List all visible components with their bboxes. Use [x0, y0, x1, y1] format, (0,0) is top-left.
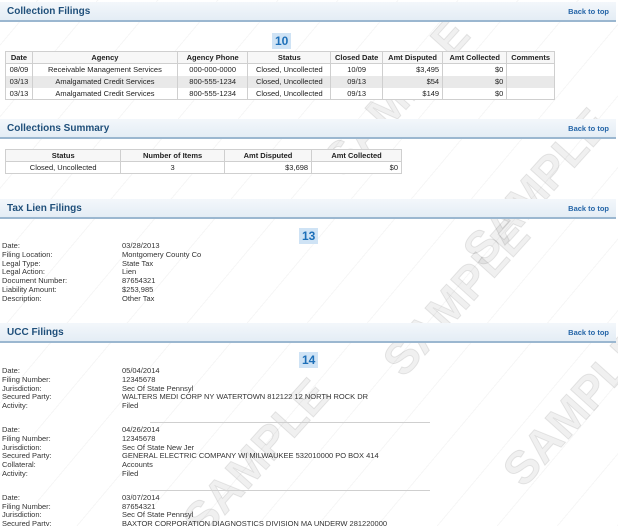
ucc-filings-header: UCC Filings Back to top — [0, 323, 616, 343]
table-cell: 800-555-1234 — [176, 87, 249, 100]
record-field: Document Number: 87654321 — [2, 276, 432, 286]
back-to-top-link[interactable]: Back to top — [568, 7, 609, 16]
column-header: Date — [5, 51, 33, 64]
tax-lien-filings-header: Tax Lien Filings Back to top — [0, 199, 616, 219]
table-cell: $3,698 — [223, 161, 313, 174]
field-value: Other Tax — [122, 293, 155, 303]
column-header: Number of Items — [120, 149, 225, 162]
section-title: Collections Summary — [7, 122, 110, 134]
table-cell: Closed, Uncollected — [247, 63, 332, 76]
column-header: Agency — [31, 51, 178, 64]
watermark-text: SAMPLE — [492, 318, 618, 496]
table-cell: Amalgamated Credit Services — [31, 87, 178, 100]
table-cell: $0 — [442, 63, 508, 76]
table-cell: $149 — [382, 87, 444, 100]
table-cell: Amalgamated Credit Services — [31, 75, 178, 88]
column-header: Amt Disputed — [223, 149, 313, 162]
back-to-top-link[interactable]: Back to top — [568, 124, 609, 133]
table-cell: 000-000-0000 — [176, 63, 249, 76]
record-field: Secured Party: GENERAL ELECTRIC COMPANY W… — [2, 452, 432, 461]
section-title: Collection Filings — [7, 5, 91, 17]
collections-summary-table: Status Number of Items Amt Disputed Amt Col… — [4, 149, 402, 174]
field-label: Activity: — [2, 468, 28, 478]
field-value: WALTERS MEDI CORP NY WATERTOWN 812122 12… — [122, 392, 369, 402]
record-field: Activity: Filed — [2, 401, 432, 411]
back-to-top-link[interactable]: Back to top — [568, 204, 609, 213]
table-cell: Closed, Uncollected — [247, 87, 332, 100]
record-field: Date: 05/04/2014 — [2, 366, 432, 376]
table-cell: 09/13 — [330, 87, 384, 100]
filing-record: Date: 04/26/2014 Filing Number: 12345678 Jur… — [2, 425, 432, 479]
field-label: Description: — [2, 293, 42, 303]
table-cell: 09/13 — [330, 75, 384, 88]
table-header-row: Date Agency Agency Phone Status Closed Date A… — [5, 51, 555, 64]
table-cell: 800-555-1234 — [176, 75, 249, 88]
table-cell: $3,495 — [382, 63, 444, 76]
table-cell: 3 — [120, 161, 225, 174]
record-field: Filing Number: 12345678 — [2, 375, 432, 385]
record-field: Filing Location: Montgomery County Co — [2, 250, 432, 260]
record-field: Date: 04/26/2014 — [2, 425, 432, 435]
column-header: Amt Collected — [442, 51, 508, 64]
table-row: 03/13 Amalgamated Credit Services 800-555-… — [5, 75, 555, 88]
collection-filings-table: Date Agency Agency Phone Status Closed Date A… — [5, 51, 555, 100]
table-cell: Receivable Management Services — [31, 63, 178, 76]
collections-summary-header: Collections Summary Back to top — [0, 119, 616, 139]
column-header: Amt Disputed — [382, 51, 444, 64]
record-field: Secured Party: WALTERS MEDI CORP NY WATER… — [2, 393, 432, 402]
record-field: Secured Party: BAXTOR CORPORATION DIAGNOS… — [2, 519, 432, 526]
table-cell: 10/09 — [330, 63, 384, 76]
table-row: Closed, Uncollected 3 $3,698 $0 — [4, 161, 402, 174]
record-divider — [150, 422, 430, 423]
section-title: Tax Lien Filings — [7, 202, 82, 214]
table-cell: $54 — [382, 75, 444, 88]
column-header: Agency Phone — [176, 51, 249, 64]
field-value: GENERAL ELECTRIC COMPANY WI MILWAUKEE 53… — [122, 451, 379, 461]
table-cell: $0 — [311, 161, 402, 174]
record-divider — [150, 489, 430, 491]
table-row: 03/13 Amalgamated Credit Services 800-555-… — [5, 87, 555, 100]
table-cell: 03/13 — [5, 87, 33, 100]
section-marker: 10 — [272, 33, 292, 49]
table-cell: Closed, Uncollected — [4, 161, 122, 174]
collection-filings-header: Collection Filings Back to top — [0, 2, 616, 22]
column-header: Status — [247, 51, 332, 64]
section-title: UCC Filings — [7, 326, 64, 338]
field-label: Secured Party: — [2, 519, 52, 526]
table-cell — [506, 87, 555, 100]
record-field: Collateral: Accounts — [2, 460, 432, 470]
column-header: Comments — [506, 51, 555, 64]
table-cell: 03/13 — [5, 75, 33, 88]
table-cell: $0 — [442, 87, 508, 100]
record-field: Legal Type: State Tax — [2, 259, 432, 269]
column-header: Closed Date — [330, 51, 384, 64]
record-field: Activity: Filed — [2, 468, 432, 479]
filing-record: Date: 03/07/2014 Filing Number: 87654321 Jur… — [2, 493, 432, 526]
field-value: Filed — [122, 468, 139, 478]
filing-record: Date: 05/04/2014 Filing Number: 12345678 Jur… — [2, 366, 432, 411]
section-marker: 14 — [299, 352, 319, 368]
record-field: Filing Number: 12345678 — [2, 434, 432, 444]
record-field: Liability Amount: $253,985 — [2, 285, 432, 295]
table-cell: 08/09 — [5, 63, 33, 76]
table-cell: $0 — [442, 75, 508, 88]
column-header: Status — [4, 149, 122, 162]
field-value: Filed — [122, 401, 139, 411]
table-cell — [506, 75, 555, 88]
back-to-top-link[interactable]: Back to top — [568, 328, 609, 337]
table-row: 08/09 Receivable Management Services 000-0… — [5, 63, 555, 76]
table-cell: Closed, Uncollected — [247, 75, 332, 88]
table-header-row: Status Number of Items Amt Disputed Amt Col… — [4, 149, 402, 162]
field-value: BAXTOR CORPORATION DIAGNOSTICS DIVISION … — [122, 519, 388, 526]
table-cell — [506, 63, 555, 76]
record-field: Date: 03/28/2013 — [2, 241, 432, 251]
record-field: Date: 03/07/2014 — [2, 493, 432, 503]
field-label: Activity: — [2, 401, 28, 411]
record-field: Description: Other Tax — [2, 293, 432, 304]
filing-record: Date: 03/28/2013 Filing Location: Montgomer… — [2, 241, 432, 304]
column-header: Amt Collected — [311, 149, 402, 162]
record-field: Filing Number: 87654321 — [2, 502, 432, 512]
